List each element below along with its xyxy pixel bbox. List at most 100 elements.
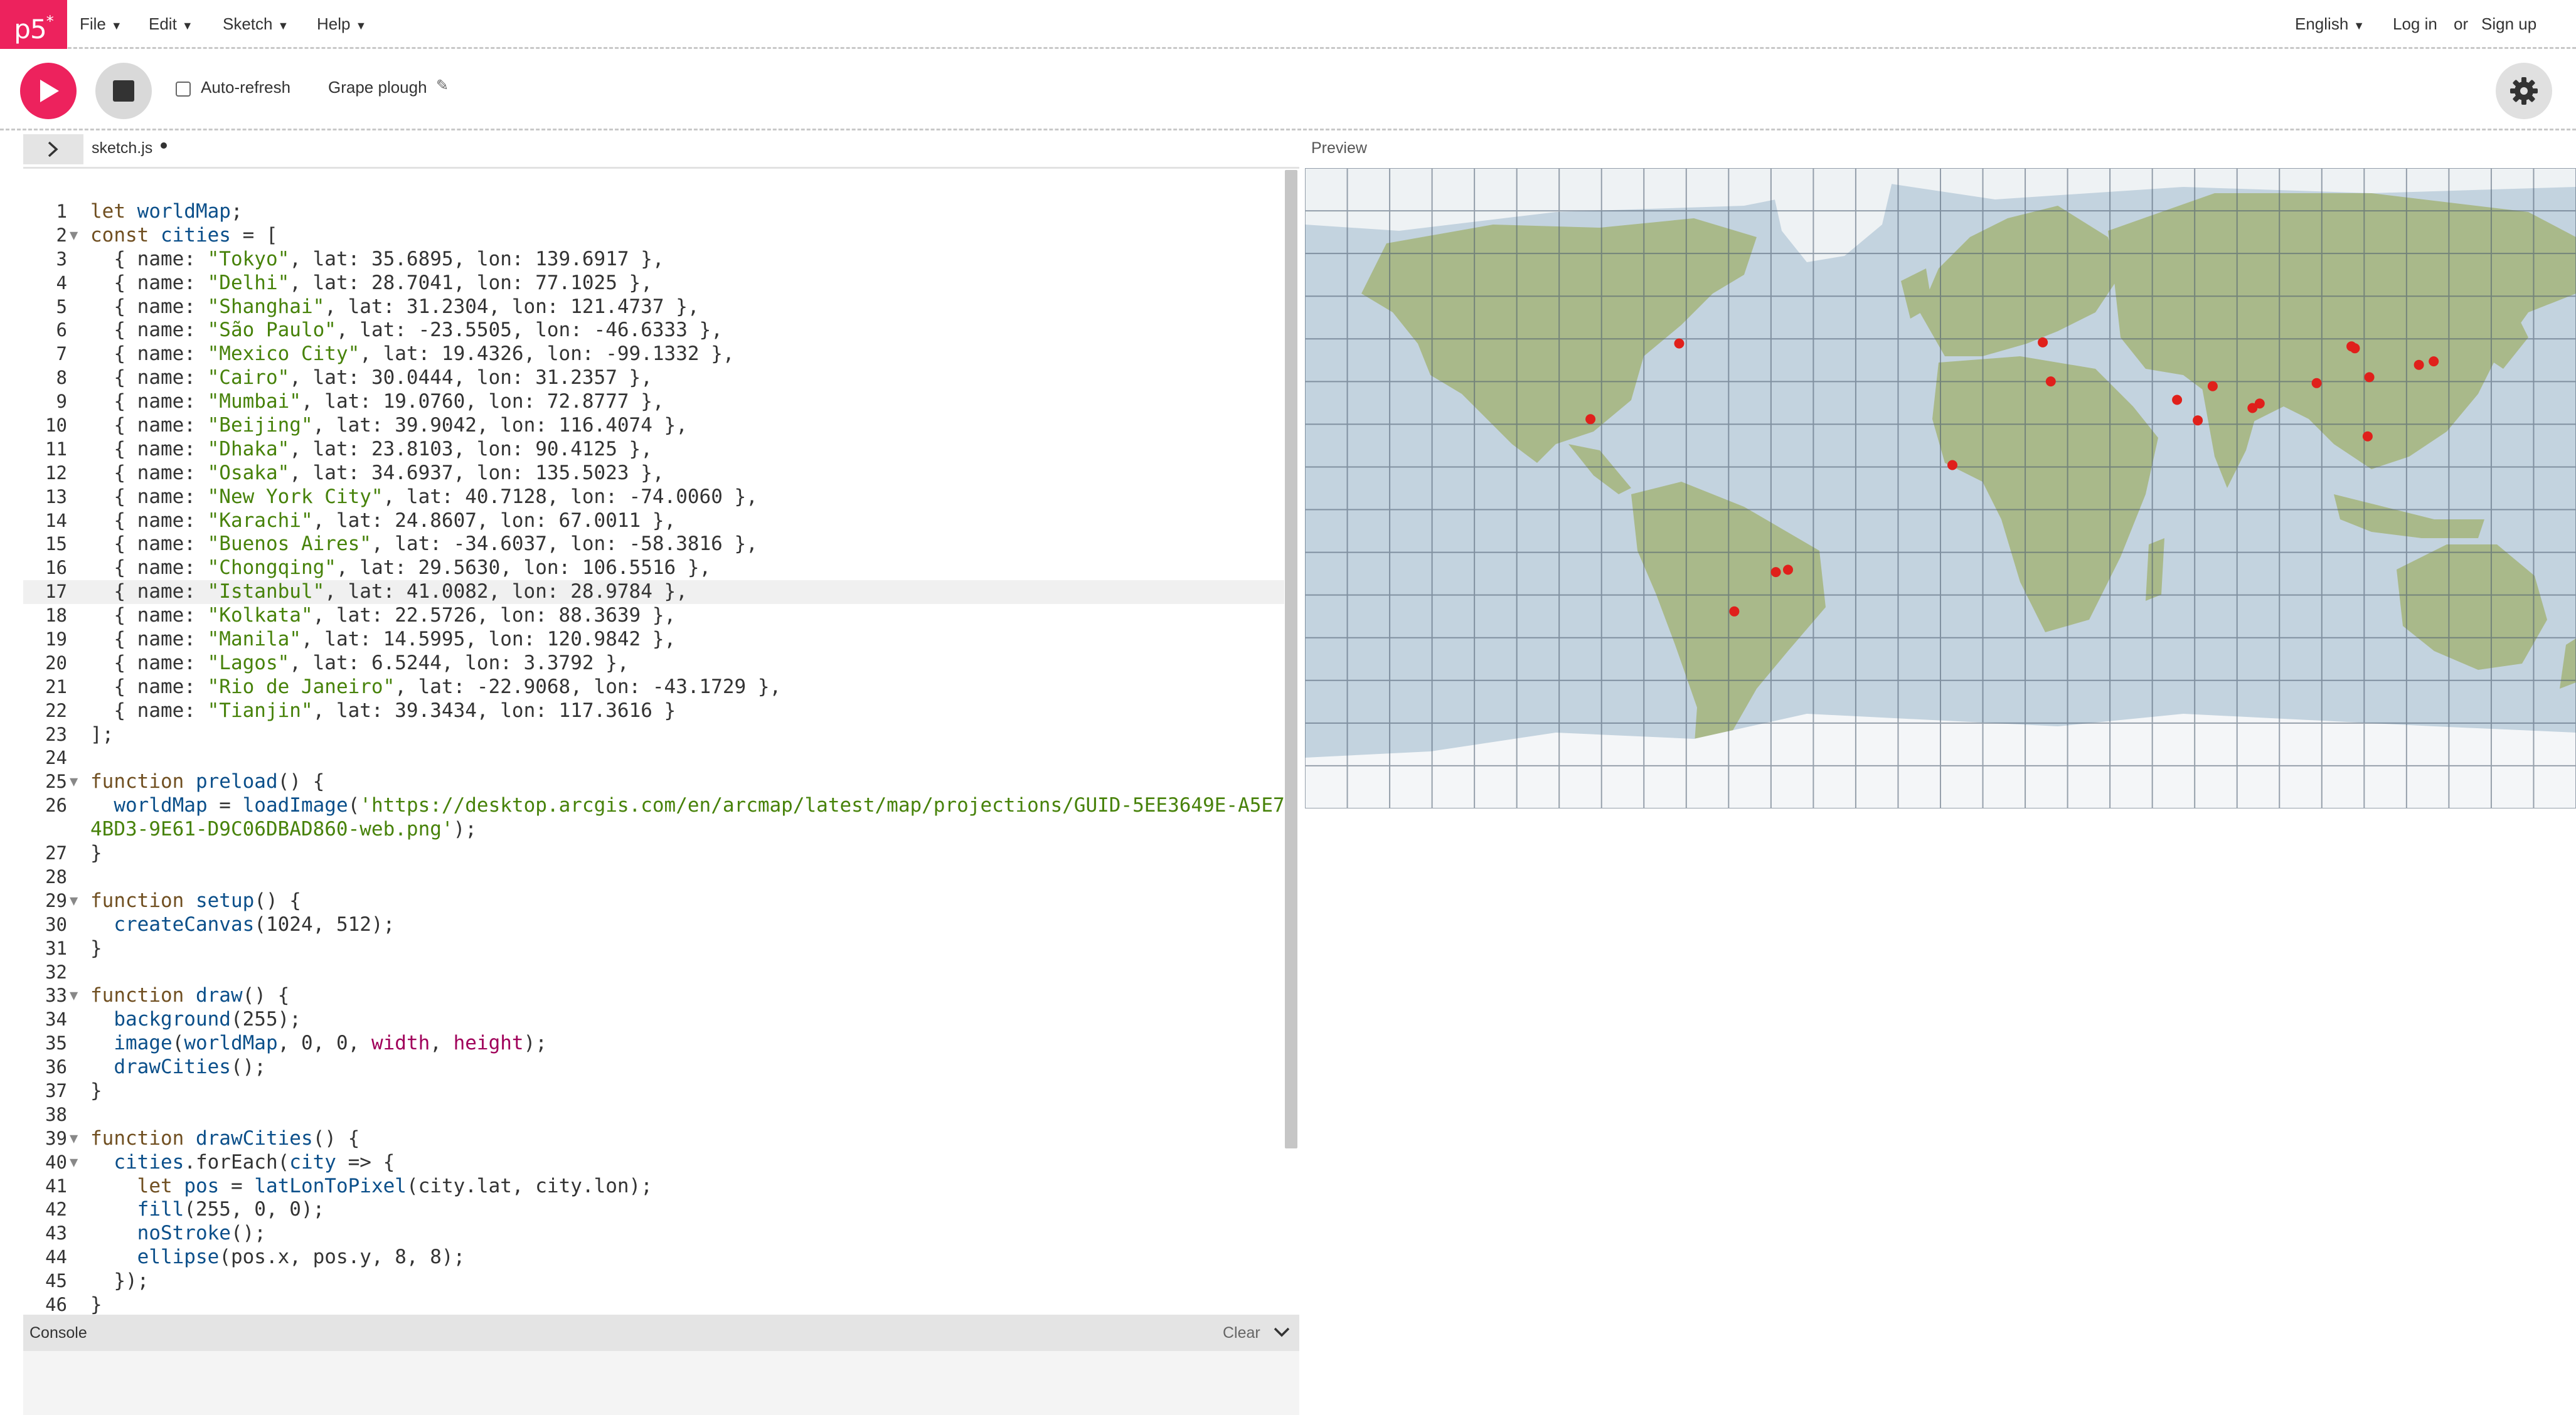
- editor-scrollbar[interactable]: [1285, 170, 1297, 1148]
- code-line[interactable]: 18 { name: "Kolkata", lat: 22.5726, lon:…: [23, 604, 1284, 628]
- code-line[interactable]: 23];: [23, 723, 1284, 747]
- auto-refresh-checkbox[interactable]: [176, 82, 191, 97]
- fold-arrow-icon[interactable]: ▼: [70, 889, 78, 913]
- menu-edit[interactable]: Edit ▼: [149, 0, 193, 48]
- chevron-down-icon[interactable]: [1273, 1325, 1291, 1340]
- menu-help[interactable]: Help ▼: [317, 0, 366, 48]
- code-line[interactable]: 41 let pos = latLonToPixel(city.lat, cit…: [23, 1175, 1284, 1199]
- code-line[interactable]: 4BD3-9E61-D9C06DBAD860-web.png');: [23, 818, 1284, 842]
- code-line[interactable]: 25 ▼ function preload() {: [23, 770, 1284, 794]
- code-line[interactable]: 31}: [23, 937, 1284, 961]
- code-line[interactable]: 42 fill(255, 0, 0);: [23, 1198, 1284, 1222]
- line-number: 30: [45, 913, 67, 935]
- code-text: worldMap = loadImage('https://desktop.ar…: [90, 794, 1296, 818]
- line-number: 16: [45, 557, 67, 579]
- code-line[interactable]: 29 ▼ function setup() {: [23, 889, 1284, 913]
- pencil-icon[interactable]: ✎: [436, 77, 449, 95]
- sidebar-toggle-button[interactable]: [23, 134, 83, 164]
- code-line[interactable]: 35 image(worldMap, 0, 0, width, height);: [23, 1032, 1284, 1056]
- code-line[interactable]: 7 { name: "Mexico City", lat: 19.4326, l…: [23, 342, 1284, 366]
- code-line[interactable]: 13 { name: "New York City", lat: 40.7128…: [23, 485, 1284, 509]
- line-number: 8: [56, 367, 67, 389]
- code-line[interactable]: 36 drawCities();: [23, 1056, 1284, 1079]
- code-line[interactable]: 3 { name: "Tokyo", lat: 35.6895, lon: 13…: [23, 248, 1284, 272]
- code-text: }: [90, 1079, 102, 1103]
- code-token: { name:: [90, 485, 208, 508]
- sketch-name[interactable]: Grape plough: [328, 78, 427, 97]
- login-link[interactable]: Log in: [2393, 0, 2437, 48]
- code-text: { name: "Lagos", lat: 6.5244, lon: 3.379…: [90, 652, 629, 676]
- code-line[interactable]: 28: [23, 866, 1284, 889]
- code-line[interactable]: 2 ▼ const cities = [: [23, 224, 1284, 248]
- city-marker: [2193, 415, 2203, 426]
- console-title: Console: [29, 1324, 87, 1342]
- code-line[interactable]: 10 { name: "Beijing", lat: 39.9042, lon:…: [23, 414, 1284, 438]
- code-line[interactable]: 40 ▼ cities.forEach(city => {: [23, 1151, 1284, 1175]
- preview-canvas[interactable]: [1305, 168, 2576, 808]
- code-line[interactable]: 33 ▼ function draw() {: [23, 984, 1284, 1008]
- fold-arrow-icon[interactable]: ▼: [70, 1127, 78, 1151]
- language-selector[interactable]: English ▼: [2295, 0, 2365, 48]
- code-line[interactable]: 30 createCanvas(1024, 512);: [23, 913, 1284, 937]
- play-button[interactable]: [20, 63, 77, 119]
- code-line[interactable]: 44 ellipse(pos.x, pos.y, 8, 8);: [23, 1246, 1284, 1269]
- code-line[interactable]: 27}: [23, 842, 1284, 866]
- code-line[interactable]: 16 { name: "Chongqing", lat: 29.5630, lo…: [23, 556, 1284, 580]
- line-number: 17: [45, 581, 67, 603]
- code-line[interactable]: 20 { name: "Lagos", lat: 6.5244, lon: 3.…: [23, 652, 1284, 676]
- city-marker: [2362, 431, 2373, 442]
- code-line[interactable]: 4 { name: "Delhi", lat: 28.7041, lon: 77…: [23, 272, 1284, 295]
- file-tab-sketch-js[interactable]: sketch.js: [92, 139, 152, 157]
- code-line[interactable]: 17 { name: "Istanbul", lat: 41.0082, lon…: [23, 580, 1284, 605]
- line-number: 26: [45, 795, 67, 817]
- code-line[interactable]: 46}: [23, 1293, 1284, 1317]
- code-line[interactable]: 19 { name: "Manila", lat: 14.5995, lon: …: [23, 628, 1284, 652]
- line-number: 33: [45, 985, 67, 1007]
- line-number: 28: [45, 866, 67, 888]
- code-text: { name: "Beijing", lat: 39.9042, lon: 11…: [90, 414, 688, 438]
- code-token: ellipse: [137, 1246, 220, 1269]
- code-line[interactable]: 38: [23, 1103, 1284, 1127]
- line-number: 35: [45, 1032, 67, 1054]
- code-token: }: [90, 1079, 102, 1102]
- console-clear-button[interactable]: Clear: [1223, 1324, 1260, 1342]
- fold-arrow-icon[interactable]: ▼: [70, 770, 78, 794]
- fold-arrow-icon[interactable]: ▼: [70, 1151, 78, 1175]
- code-editor[interactable]: 1 let worldMap; 2 ▼ const cities = [3 { nam…: [23, 167, 1299, 1317]
- city-marker: [2045, 376, 2056, 387]
- code-text: background(255);: [90, 1008, 301, 1032]
- code-line[interactable]: 11 { name: "Dhaka", lat: 23.8103, lon: 9…: [23, 438, 1284, 462]
- code-line[interactable]: 24: [23, 746, 1284, 770]
- settings-button[interactable]: [2496, 63, 2552, 119]
- code-token: { name:: [90, 390, 208, 413]
- code-token: { name:: [90, 366, 208, 390]
- code-line[interactable]: 15 { name: "Buenos Aires", lat: -34.6037…: [23, 533, 1284, 556]
- code-area[interactable]: 1 let worldMap; 2 ▼ const cities = [3 { nam…: [23, 200, 1296, 1317]
- code-line[interactable]: 12 { name: "Osaka", lat: 34.6937, lon: 1…: [23, 462, 1284, 485]
- code-line[interactable]: 14 { name: "Karachi", lat: 24.8607, lon:…: [23, 509, 1284, 533]
- code-line[interactable]: 1 let worldMap;: [23, 200, 1284, 224]
- code-line[interactable]: 22 { name: "Tianjin", lat: 39.3434, lon:…: [23, 699, 1284, 723]
- code-line[interactable]: 32: [23, 961, 1284, 985]
- code-line[interactable]: 45 });: [23, 1269, 1284, 1293]
- code-line[interactable]: 5 { name: "Shanghai", lat: 31.2304, lon:…: [23, 295, 1284, 319]
- stop-button[interactable]: [95, 63, 152, 119]
- code-text: { name: "Osaka", lat: 34.6937, lon: 135.…: [90, 462, 664, 485]
- code-line[interactable]: 8 { name: "Cairo", lat: 30.0444, lon: 31…: [23, 366, 1284, 390]
- code-line[interactable]: 21 { name: "Rio de Janeiro", lat: -22.90…: [23, 676, 1284, 699]
- menu-file[interactable]: File ▼: [80, 0, 122, 48]
- menu-sketch[interactable]: Sketch ▼: [223, 0, 289, 48]
- code-line[interactable]: 6 { name: "São Paulo", lat: -23.5505, lo…: [23, 319, 1284, 342]
- code-line[interactable]: 37}: [23, 1079, 1284, 1103]
- code-line[interactable]: 43 noStroke();: [23, 1222, 1284, 1246]
- code-token: { name:: [90, 699, 208, 722]
- code-token: , lat: 6.5244, lon: 3.3792 },: [289, 651, 629, 674]
- signup-link[interactable]: Sign up: [2481, 0, 2536, 48]
- p5-logo[interactable]: p5*: [0, 0, 67, 49]
- code-line[interactable]: 9 { name: "Mumbai", lat: 19.0760, lon: 7…: [23, 390, 1284, 414]
- fold-arrow-icon[interactable]: ▼: [70, 984, 78, 1008]
- code-line[interactable]: 39 ▼ function drawCities() {: [23, 1127, 1284, 1151]
- code-line[interactable]: 26 worldMap = loadImage('https://desktop…: [23, 794, 1296, 818]
- code-line[interactable]: 34 background(255);: [23, 1008, 1284, 1032]
- fold-arrow-icon[interactable]: ▼: [70, 224, 78, 248]
